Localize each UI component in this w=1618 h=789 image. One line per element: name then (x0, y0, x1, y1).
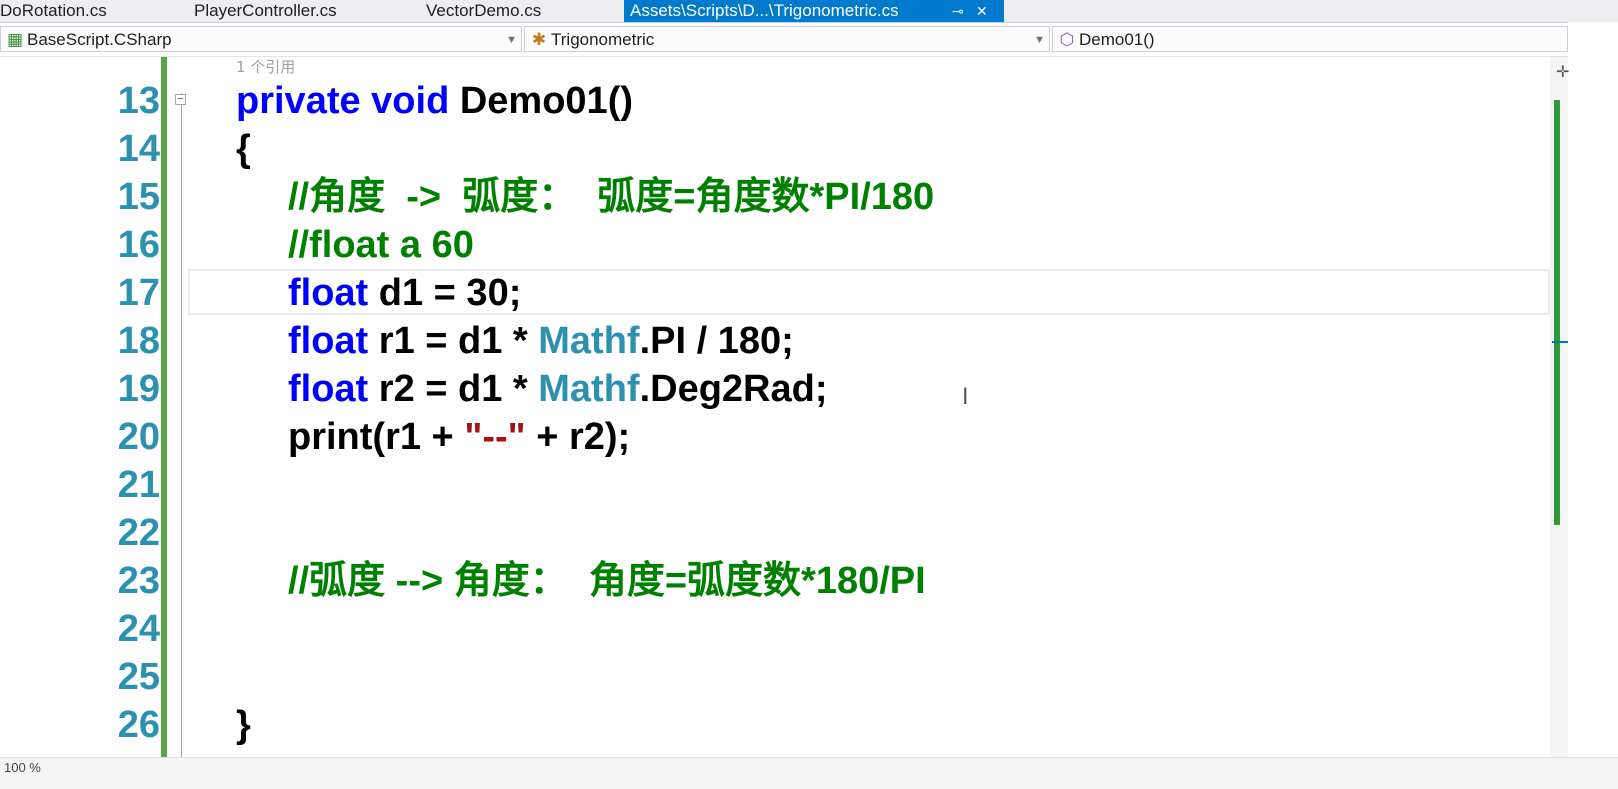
right-margin (1568, 22, 1618, 788)
class-label: Trigonometric (551, 30, 655, 49)
collapse-icon[interactable]: − (175, 94, 186, 105)
code-line[interactable]: print(r1 + "--" + r2); (288, 413, 630, 461)
tab-trigonometric[interactable]: Assets\Scripts\D...\Trigonometric.cs ⊸ ✕ (624, 0, 1004, 22)
tab-playercontroller[interactable]: PlayerController.cs (194, 0, 394, 22)
code-token: float (288, 320, 379, 362)
document-tab-bar: DoRotation.cs PlayerController.cs Vector… (0, 0, 1618, 23)
class-icon: ✱ (531, 30, 547, 49)
line-number: 17 (117, 272, 160, 314)
outlining-guide (181, 93, 182, 773)
line-number: 19 (117, 368, 160, 410)
code-line[interactable]: float r1 = d1 * Mathf.PI / 180; (288, 317, 794, 365)
code-token: Demo01() (459, 80, 633, 122)
pin-icon[interactable]: ⊸ (952, 0, 964, 22)
code-line[interactable]: float d1 = 30; (288, 269, 521, 317)
code-token: d1 = 30; (378, 272, 522, 314)
code-token: //角度 -> 弧度： 弧度=角度数*PI/180 (288, 176, 935, 218)
tab-label: PlayerController.cs (194, 1, 337, 20)
line-number: 22 (117, 512, 160, 554)
caret-position-marker (1552, 341, 1568, 343)
line-number: 26 (117, 704, 160, 746)
code-token: r2 = d1 * (378, 368, 539, 410)
member-dropdown[interactable]: ⬡ Demo01() (1052, 26, 1568, 52)
chevron-down-icon: ▼ (1034, 34, 1045, 46)
line-number: 20 (117, 416, 160, 458)
code-token: "--" (464, 416, 526, 458)
line-number: 21 (117, 464, 160, 506)
code-token: .Deg2Rad; (639, 368, 828, 410)
code-token: + r2); (525, 416, 631, 458)
line-number: 16 (117, 224, 160, 266)
chevron-down-icon: ▼ (506, 34, 517, 46)
scrollbar-thumb[interactable] (1554, 100, 1560, 525)
line-number: 18 (117, 320, 160, 362)
code-token: .PI / 180; (639, 320, 794, 362)
line-number: 23 (117, 560, 160, 602)
member-label: Demo01() (1079, 30, 1155, 49)
editor-status-bar: 100 % (0, 757, 1618, 789)
reference-count-hint[interactable]: 1 个引用 (236, 57, 295, 77)
code-line[interactable]: //角度 -> 弧度： 弧度=角度数*PI/180 (288, 173, 934, 221)
tab-label: DoRotation.cs (0, 1, 107, 20)
project-icon: ▦ (6, 30, 24, 49)
code-line[interactable]: //弧度 --> 角度： 角度=弧度数*180/PI (288, 557, 926, 605)
code-token: print(r1 + (288, 416, 465, 458)
change-tracking-bar (161, 57, 167, 777)
code-token: //float a 60 (288, 224, 474, 266)
split-window-icon[interactable]: ✛ (1556, 62, 1569, 82)
code-token: r1 = d1 * (378, 320, 539, 362)
code-token: { (236, 128, 251, 170)
code-token: float (288, 368, 379, 410)
navigation-bar: ▦ BaseScript.CSharp ▼ ✱ Trigonometric ▼ … (0, 23, 1618, 57)
code-token: private void (236, 80, 460, 122)
text-cursor-icon: I (962, 385, 969, 410)
zoom-level[interactable]: 100 % (4, 760, 41, 775)
code-token: //弧度 --> 角度： 角度=弧度数*180/PI (288, 560, 926, 602)
code-token: Mathf (538, 320, 640, 362)
tab-label: Assets\Scripts\D...\Trigonometric.cs (630, 1, 899, 20)
tab-label: VectorDemo.cs (426, 1, 542, 20)
project-label: BaseScript.CSharp (27, 30, 172, 49)
line-number: 24 (117, 608, 160, 650)
code-editor[interactable]: − 1 个引用 13 private void Demo01() 14 {15 //角度… (0, 57, 1618, 777)
line-number: 14 (117, 128, 160, 170)
code-token: Mathf (538, 368, 640, 410)
tab-dorotation[interactable]: DoRotation.cs (0, 0, 180, 22)
class-dropdown[interactable]: ✱ Trigonometric ▼ (524, 26, 1050, 52)
code-line[interactable]: float r2 = d1 * Mathf.Deg2Rad; (288, 365, 828, 413)
code-line[interactable]: } (236, 701, 251, 749)
tab-vectordemo[interactable]: VectorDemo.cs (426, 0, 606, 22)
line-number: 25 (117, 656, 160, 698)
code-line[interactable]: { (236, 125, 251, 173)
code-token: float (288, 272, 379, 314)
close-icon[interactable]: ✕ (976, 0, 988, 22)
code-line[interactable]: private void Demo01() (236, 77, 633, 125)
line-number: 13 (117, 80, 160, 122)
project-dropdown[interactable]: ▦ BaseScript.CSharp ▼ (0, 26, 522, 52)
method-icon: ⬡ (1059, 30, 1075, 49)
line-number: 15 (117, 176, 160, 218)
code-line[interactable]: //float a 60 (288, 221, 474, 269)
code-token: } (236, 704, 251, 746)
